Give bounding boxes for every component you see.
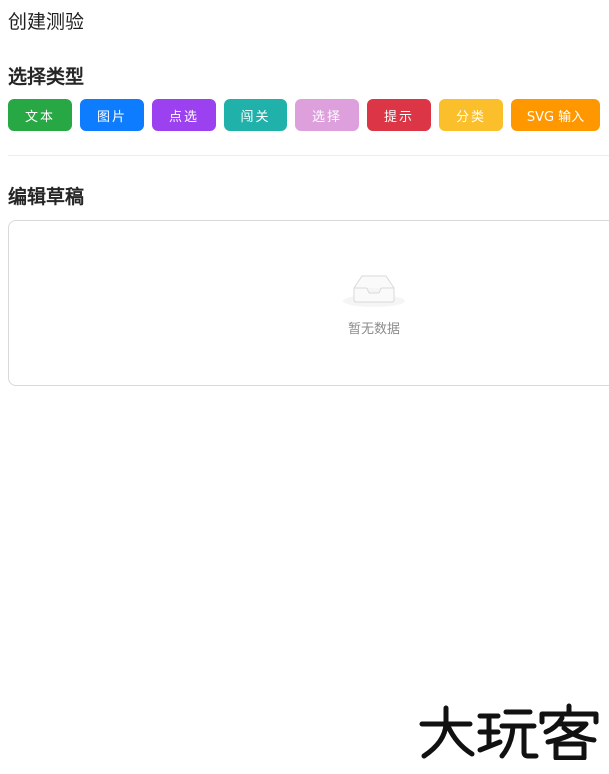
select-type-heading: 选择类型 — [8, 66, 85, 88]
type-button-text[interactable]: 文本 — [8, 99, 72, 131]
type-button-click-select[interactable]: 点选 — [152, 99, 216, 131]
section-divider — [8, 155, 609, 156]
type-button-choice[interactable]: 选择 — [295, 99, 359, 131]
type-button-image[interactable]: 图片 — [80, 99, 144, 131]
type-button-category[interactable]: 分类 — [439, 99, 503, 131]
empty-state-text: 暂无数据 — [347, 322, 400, 337]
drafts-heading: 编辑草稿 — [8, 186, 85, 208]
watermark-logo — [419, 703, 599, 760]
type-button-level[interactable]: 闯关 — [224, 99, 287, 131]
type-button-hint[interactable]: 提示 — [367, 99, 431, 131]
inbox-icon — [343, 275, 405, 307]
type-button-svg-input[interactable]: SVG 输入 — [511, 99, 600, 131]
page-title: 创建测验 — [8, 11, 85, 33]
drafts-panel: 暂无数据 — [8, 220, 609, 386]
